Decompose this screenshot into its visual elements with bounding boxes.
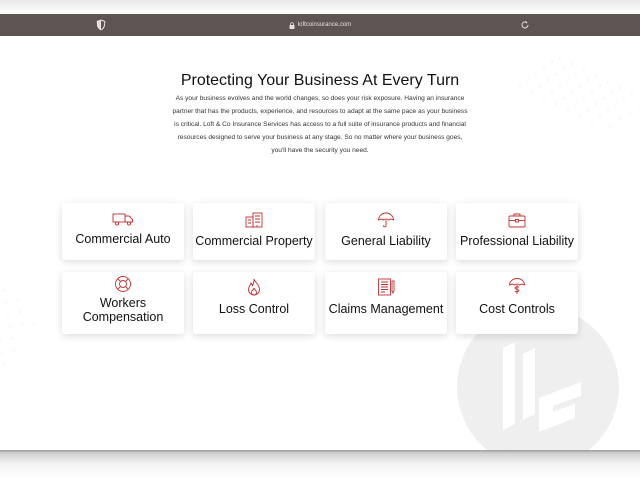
card-general-liability[interactable]: General Liability <box>325 203 447 260</box>
card-label: Professional Liability <box>460 234 574 248</box>
lifebuoy-icon <box>115 276 131 292</box>
flame-icon <box>248 278 260 296</box>
window-bottom-shadow <box>0 450 640 480</box>
umbrella-dollar-icon <box>509 278 525 294</box>
dot-pattern-decoration <box>519 57 640 127</box>
card-label: Workers Compensation <box>82 296 164 324</box>
lock-icon <box>289 21 295 29</box>
card-commercial-auto[interactable]: Commercial Auto <box>62 203 184 260</box>
intro-paragraph: As your business evolves and the world c… <box>172 95 468 154</box>
card-label: Loss Control <box>218 302 290 316</box>
card-label: General Liability <box>341 234 431 248</box>
card-loss-control[interactable]: Loss Control <box>193 272 315 334</box>
card-workers-compensation[interactable]: Workers Compensation <box>62 272 184 334</box>
reload-icon[interactable] <box>520 20 530 30</box>
card-label: Cost Controls <box>479 302 555 316</box>
card-claims-management[interactable]: Claims Management <box>325 272 447 334</box>
truck-icon <box>112 213 133 226</box>
card-professional-liability[interactable]: Professional Liability <box>456 203 578 260</box>
url-text: loftcoinsurance.com <box>297 22 352 28</box>
card-cost-controls[interactable]: Cost Controls <box>456 272 578 334</box>
document-icon <box>378 278 395 296</box>
browser-address-bar: loftcoinsurance.com <box>0 14 640 36</box>
card-commercial-property[interactable]: Commercial Property <box>193 203 315 260</box>
card-label: Commercial Property <box>195 234 313 248</box>
window-top-shadow <box>0 0 640 14</box>
card-label: Claims Management <box>328 302 444 316</box>
url-field[interactable]: loftcoinsurance.com <box>0 14 640 36</box>
umbrella-icon <box>378 212 394 228</box>
page-content: Protecting Your Business At Every Turn A… <box>0 36 640 450</box>
briefcase-icon <box>508 213 526 228</box>
building-icon <box>245 212 263 228</box>
page-title: Protecting Your Business At Every Turn <box>180 72 460 89</box>
card-label: Commercial Auto <box>75 232 171 246</box>
